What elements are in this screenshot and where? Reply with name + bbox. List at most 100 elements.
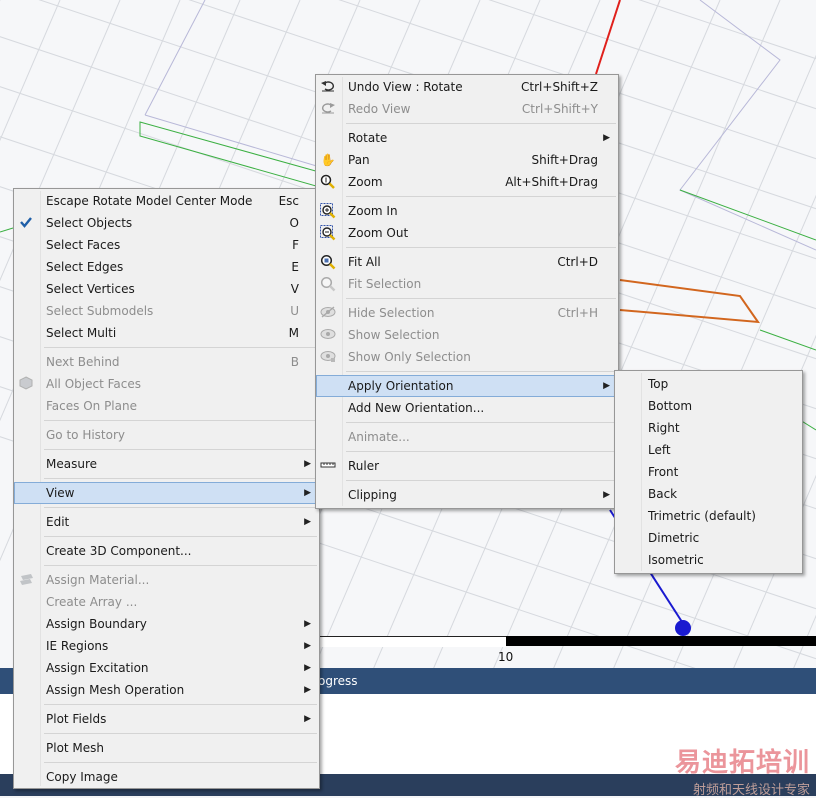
menu-item-shortcut: O (289, 216, 299, 230)
submenu-arrow-icon: ▶ (304, 641, 311, 651)
menu-separator (316, 368, 618, 375)
menu-separator (316, 244, 618, 251)
apply-orientation-submenu: Top Bottom Right Left Front Back Trimetr… (614, 370, 803, 574)
menu-item-redo-view[interactable]: Redo View Ctrl+Shift+Y (316, 98, 618, 120)
orientation-item-front[interactable]: Front (615, 461, 802, 483)
menu-separator (316, 295, 618, 302)
menu-item-undo-view[interactable]: Undo View : Rotate Ctrl+Shift+Z (316, 76, 618, 98)
menu-item-pan[interactable]: ✋ Pan Shift+Drag (316, 149, 618, 171)
undo-view-icon (320, 79, 336, 95)
menu-separator (14, 475, 319, 482)
menu-item-label: Add New Orientation... (348, 401, 485, 415)
menu-item-shortcut: Esc (278, 194, 299, 208)
menu-item-label: Create 3D Component... (46, 544, 192, 558)
menu-item-select-objects[interactable]: Select Objects O (14, 212, 319, 234)
menu-item-hide-selection[interactable]: Hide Selection Ctrl+H (316, 302, 618, 324)
menu-item-shortcut: E (291, 260, 299, 274)
menu-item-select-faces[interactable]: Select Faces F (14, 234, 319, 256)
menu-item-apply-orientation[interactable]: Apply Orientation ▶ (316, 375, 618, 397)
orientation-item-isometric[interactable]: Isometric (615, 549, 802, 571)
orientation-item-bottom[interactable]: Bottom (615, 395, 802, 417)
pan-hand-icon: ✋ (320, 153, 336, 167)
watermark-line-1: 易迪拓培训 (674, 748, 810, 778)
submenu-arrow-icon: ▶ (603, 381, 610, 391)
menu-item-create-3d-component[interactable]: Create 3D Component... (14, 540, 319, 562)
submenu-arrow-icon: ▶ (304, 517, 311, 527)
menu-item-plot-mesh[interactable]: Plot Mesh (14, 737, 319, 759)
menu-item-zoom-out[interactable]: Zoom Out (316, 222, 618, 244)
menu-item-select-vertices[interactable]: Select Vertices V (14, 278, 319, 300)
menu-item-zoom-in[interactable]: Zoom In (316, 200, 618, 222)
menu-item-label: Rotate (348, 131, 388, 145)
orientation-item-top[interactable]: Top (615, 373, 802, 395)
menu-item-measure[interactable]: Measure ▶ (14, 453, 319, 475)
menu-item-rotate[interactable]: Rotate ▶ (316, 127, 618, 149)
ruler-label: 10 (498, 650, 514, 664)
menu-item-add-new-orientation[interactable]: Add New Orientation... (316, 397, 618, 419)
menu-separator (316, 120, 618, 127)
menu-item-assign-boundary[interactable]: Assign Boundary ▶ (14, 613, 319, 635)
menu-item-assign-excitation[interactable]: Assign Excitation ▶ (14, 657, 319, 679)
menu-item-label: Select Edges (46, 260, 124, 274)
menu-item-go-to-history[interactable]: Go to History (14, 424, 319, 446)
menu-item-view[interactable]: View ▶ (14, 482, 319, 504)
menu-item-label: Select Multi (46, 326, 117, 340)
menu-item-label: Ruler (348, 459, 380, 473)
menu-item-label: Edit (46, 515, 70, 529)
ruler-white-segment (318, 636, 506, 647)
menu-item-label: Redo View (348, 102, 411, 116)
menu-item-plot-fields[interactable]: Plot Fields ▶ (14, 708, 319, 730)
menu-item-ruler[interactable]: Ruler (316, 455, 618, 477)
menu-item-next-behind[interactable]: Next Behind B (14, 351, 319, 373)
menu-item-zoom[interactable]: Zoom Alt+Shift+Drag (316, 171, 618, 193)
redo-view-icon (320, 101, 336, 117)
menu-item-select-multi[interactable]: Select Multi M (14, 322, 319, 344)
object-faces-icon (18, 376, 34, 392)
menu-item-label: Select Faces (46, 238, 121, 252)
menu-item-edit[interactable]: Edit ▶ (14, 511, 319, 533)
menu-item-copy-image[interactable]: Copy Image (14, 766, 319, 788)
menu-item-assign-material[interactable]: Assign Material... (14, 569, 319, 591)
orientation-item-back[interactable]: Back (615, 483, 802, 505)
menu-item-ie-regions[interactable]: IE Regions ▶ (14, 635, 319, 657)
menu-item-all-object-faces[interactable]: All Object Faces (14, 373, 319, 395)
orientation-item-dimetric[interactable]: Dimetric (615, 527, 802, 549)
menu-item-shortcut: Alt+Shift+Drag (505, 175, 598, 189)
menu-item-faces-on-plane[interactable]: Faces On Plane (14, 395, 319, 417)
menu-separator (316, 419, 618, 426)
menu-item-fit-all[interactable]: Fit All Ctrl+D (316, 251, 618, 273)
watermark: 易迪拓培训 射频和天线设计专家 (675, 742, 810, 798)
menu-item-fit-selection[interactable]: Fit Selection (316, 273, 618, 295)
view-submenu: Undo View : Rotate Ctrl+Shift+Z Redo Vie… (315, 74, 619, 509)
menu-item-label: Assign Boundary (46, 617, 147, 631)
menu-item-label: IE Regions (46, 639, 109, 653)
menu-item-label: Clipping (348, 488, 397, 502)
menu-item-select-edges[interactable]: Select Edges E (14, 256, 319, 278)
menu-item-label: View (46, 486, 75, 500)
menu-separator (14, 730, 319, 737)
orientation-item-trimetric[interactable]: Trimetric (default) (615, 505, 802, 527)
menu-item-label: Fit All (348, 255, 381, 269)
menu-separator (316, 448, 618, 455)
menu-item-clipping[interactable]: Clipping ▶ (316, 484, 618, 506)
menu-item-label: Create Array ... (46, 595, 138, 609)
submenu-arrow-icon: ▶ (304, 663, 311, 673)
menu-separator (14, 446, 319, 453)
menu-item-label: Assign Mesh Operation (46, 683, 185, 697)
orientation-item-left[interactable]: Left (615, 439, 802, 461)
menu-item-select-submodels[interactable]: Select Submodels U (14, 300, 319, 322)
menu-item-label: Assign Material... (46, 573, 150, 587)
orientation-item-right[interactable]: Right (615, 417, 802, 439)
menu-item-create-array[interactable]: Create Array ... (14, 591, 319, 613)
menu-item-escape-rotate-center[interactable]: Escape Rotate Model Center Mode Esc (14, 190, 319, 212)
menu-bottom-pad (316, 506, 618, 508)
menu-item-show-selection[interactable]: Show Selection (316, 324, 618, 346)
menu-item-animate[interactable]: Animate... (316, 426, 618, 448)
menu-item-show-only-selection[interactable]: Show Only Selection (316, 346, 618, 368)
menu-item-label: Go to History (46, 428, 126, 442)
menu-item-shortcut: Ctrl+H (557, 306, 598, 320)
menu-item-label: Front (648, 465, 679, 479)
menu-item-assign-mesh-operation[interactable]: Assign Mesh Operation ▶ (14, 679, 319, 701)
menu-item-label: Assign Excitation (46, 661, 149, 675)
checkmark-icon (18, 215, 34, 231)
